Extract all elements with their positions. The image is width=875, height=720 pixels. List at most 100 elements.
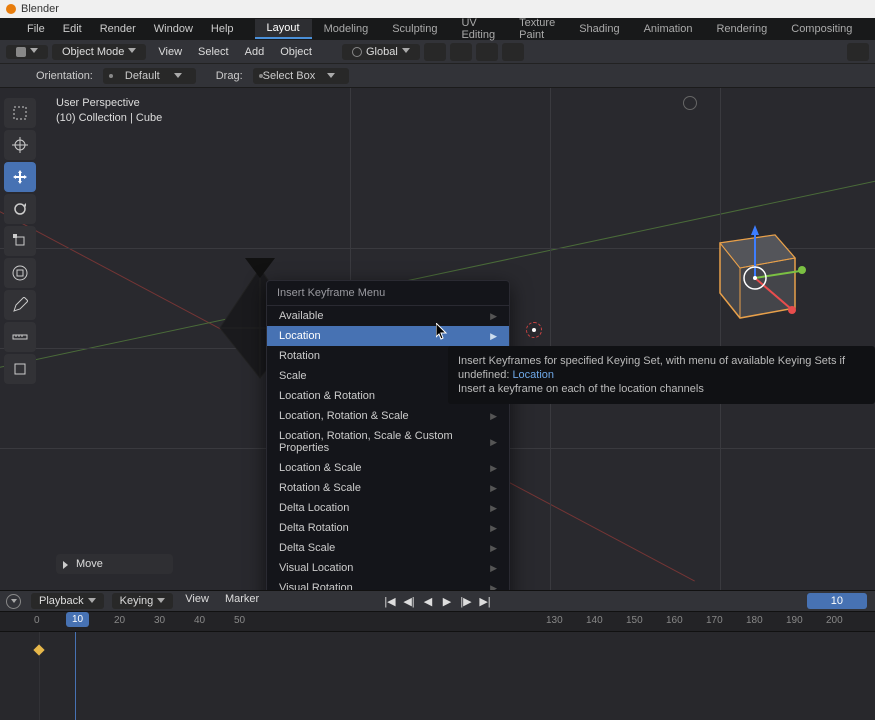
- ruler-tick: 160: [666, 615, 683, 626]
- overlays-toggle[interactable]: [847, 43, 869, 61]
- keyframe-menu-title: Insert Keyframe Menu: [267, 281, 509, 306]
- mode-label: Object Mode: [62, 46, 124, 58]
- playhead[interactable]: 10: [66, 612, 89, 627]
- mouse-cursor-icon: [436, 323, 448, 341]
- viewport-collection-label: (10) Collection | Cube: [56, 111, 162, 126]
- tool-panel: [4, 98, 36, 384]
- scale-tool[interactable]: [4, 226, 36, 256]
- keyframe-item-location[interactable]: Location▶: [267, 326, 509, 346]
- view3d-menu-add[interactable]: Add: [237, 46, 273, 58]
- timeline-ruler[interactable]: 01020304050130140150160170180190200 10: [0, 612, 875, 632]
- ruler-tick: 200: [826, 615, 843, 626]
- rotate-tool[interactable]: [4, 194, 36, 224]
- nav-gizmo[interactable]: [683, 96, 697, 110]
- orientation-value: Global: [366, 46, 398, 58]
- keyframe-item-available[interactable]: Available▶: [267, 306, 509, 326]
- keyframe-item-delta-rotation[interactable]: Delta Rotation▶: [267, 518, 509, 538]
- dopesheet[interactable]: [0, 632, 875, 720]
- ruler-tick: 150: [626, 615, 643, 626]
- workspace-tab-sculpting[interactable]: Sculpting: [380, 20, 449, 38]
- menu-file[interactable]: File: [18, 23, 54, 35]
- workspace-tab-geometry-nodes[interactable]: Geometry Nodes: [864, 14, 875, 44]
- viewport-perspective-label: User Perspective: [56, 96, 162, 111]
- workspace-tab-uv-editing[interactable]: UV Editing: [449, 14, 507, 44]
- move-panel-label: Move: [76, 558, 103, 570]
- pivot-dropdown[interactable]: [424, 43, 446, 61]
- ruler-tick: 40: [194, 615, 205, 626]
- timeline-editor-dropdown[interactable]: [6, 594, 21, 609]
- ruler-tick: 180: [746, 615, 763, 626]
- annotate-tool[interactable]: [4, 290, 36, 320]
- workspace-tab-animation[interactable]: Animation: [632, 20, 705, 38]
- ruler-tick: 130: [546, 615, 563, 626]
- menu-window[interactable]: Window: [145, 23, 202, 35]
- orientation-field-label: Orientation:: [36, 70, 93, 82]
- ruler-tick: 190: [786, 615, 803, 626]
- keyframe-next-button[interactable]: |▶: [458, 594, 474, 608]
- workspace-tab-texture-paint[interactable]: Texture Paint: [507, 14, 567, 44]
- insert-keyframe-menu: Insert Keyframe Menu Available▶Location▶…: [266, 280, 510, 590]
- viewport-3d[interactable]: User Perspective (10) Collection | Cube …: [0, 88, 875, 590]
- cursor-tool[interactable]: [4, 130, 36, 160]
- ruler-tick: 0: [34, 615, 40, 626]
- view3d-menu-select[interactable]: Select: [190, 46, 237, 58]
- move-tool[interactable]: [4, 162, 36, 192]
- window-title: Blender: [21, 3, 59, 15]
- add-tool[interactable]: [4, 354, 36, 384]
- keyframe-item-location-rotation-scale-custom-properties[interactable]: Location, Rotation, Scale & Custom Prope…: [267, 426, 509, 458]
- proportional-toggle[interactable]: [476, 43, 498, 61]
- view3d-menu-view[interactable]: View: [150, 46, 190, 58]
- timeline-menu-view[interactable]: View: [177, 593, 217, 609]
- view3d-menu-object[interactable]: Object: [272, 46, 320, 58]
- play-reverse-button[interactable]: ◀: [420, 594, 436, 608]
- ruler-tick: 30: [154, 615, 165, 626]
- keyframe-item-location-scale[interactable]: Location & Scale▶: [267, 458, 509, 478]
- workspace-tab-compositing[interactable]: Compositing: [779, 20, 864, 38]
- menu-edit[interactable]: Edit: [54, 23, 91, 35]
- keyframe-item-visual-rotation[interactable]: Visual Rotation▶: [267, 578, 509, 590]
- tool-settings-bar: Orientation: Default Drag: Select Box: [0, 64, 875, 88]
- workspace-tab-layout[interactable]: Layout: [255, 19, 312, 39]
- drag-select[interactable]: Select Box: [253, 68, 350, 84]
- blender-logo-icon: [6, 4, 16, 14]
- measure-tool[interactable]: [4, 322, 36, 352]
- gizmo-toggle[interactable]: [502, 43, 524, 61]
- timeline-menu-marker[interactable]: Marker: [217, 593, 267, 609]
- tooltip-line2: Insert a keyframe on each of the locatio…: [458, 383, 704, 395]
- menu-render[interactable]: Render: [91, 23, 145, 35]
- workspace-tab-shading[interactable]: Shading: [567, 20, 631, 38]
- cursor-3d-icon: [526, 322, 542, 338]
- cube-object[interactable]: [695, 223, 805, 323]
- timeline-keying-dropdown[interactable]: Keying: [112, 593, 174, 609]
- ruler-tick: 140: [586, 615, 603, 626]
- jump-start-button[interactable]: |◀: [382, 594, 398, 608]
- ruler-tick: 50: [234, 615, 245, 626]
- keyframe-item-location-rotation-scale[interactable]: Location, Rotation & Scale▶: [267, 406, 509, 426]
- ruler-tick: 170: [706, 615, 723, 626]
- tooltip-highlight: Location: [512, 369, 554, 381]
- mode-dropdown[interactable]: Object Mode: [52, 44, 146, 60]
- jump-end-button[interactable]: ▶|: [477, 594, 493, 608]
- select-box-tool[interactable]: [4, 98, 36, 128]
- current-frame-field[interactable]: 10: [807, 593, 867, 609]
- keyframe-item-delta-location[interactable]: Delta Location▶: [267, 498, 509, 518]
- move-operator-panel[interactable]: Move: [56, 554, 173, 574]
- keyframe-item-delta-scale[interactable]: Delta Scale▶: [267, 538, 509, 558]
- transform-tool[interactable]: [4, 258, 36, 288]
- orientation-select[interactable]: Default: [103, 68, 196, 84]
- transport-controls: |◀ ◀| ◀ ▶ |▶ ▶|: [382, 594, 493, 608]
- menu-help[interactable]: Help: [202, 23, 243, 35]
- snap-toggle[interactable]: [450, 43, 472, 61]
- keyframe-marker[interactable]: [33, 644, 44, 655]
- keyframe-item-rotation-scale[interactable]: Rotation & Scale▶: [267, 478, 509, 498]
- drag-label: Drag:: [216, 70, 243, 82]
- workspace-tab-modeling[interactable]: Modeling: [312, 20, 381, 38]
- editor-type-dropdown[interactable]: [6, 45, 48, 59]
- workspace-tab-rendering[interactable]: Rendering: [704, 20, 779, 38]
- orientation-dropdown[interactable]: Global: [342, 44, 420, 60]
- play-button[interactable]: ▶: [439, 594, 455, 608]
- timeline-playback-dropdown[interactable]: Playback: [31, 593, 104, 609]
- viewport-info: User Perspective (10) Collection | Cube: [56, 96, 162, 126]
- keyframe-item-visual-location[interactable]: Visual Location▶: [267, 558, 509, 578]
- keyframe-prev-button[interactable]: ◀|: [401, 594, 417, 608]
